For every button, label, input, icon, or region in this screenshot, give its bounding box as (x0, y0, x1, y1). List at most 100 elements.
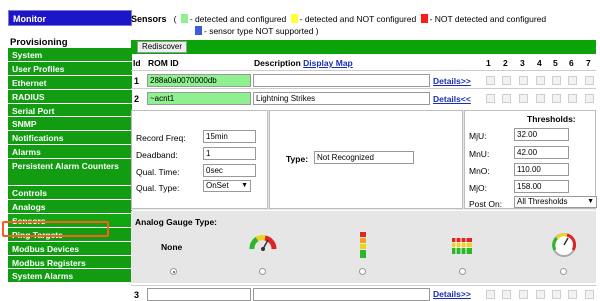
qual-time-input[interactable]: 0sec (203, 164, 256, 177)
sidebar-item-ethernet[interactable]: Ethernet (8, 75, 132, 90)
sidebar-item-ping-targets[interactable]: Ping Targets (8, 227, 132, 242)
row-1-details-link[interactable]: Details>> (433, 76, 471, 86)
row-1-id: 1 (134, 76, 140, 86)
row-1-point-6-checkbox[interactable] (568, 76, 577, 85)
row-1-point-1-checkbox[interactable] (486, 76, 495, 85)
col-header-point-7: 7 (586, 58, 591, 68)
row-2-point-3-checkbox[interactable] (519, 94, 528, 103)
row-2-point-1-checkbox[interactable] (486, 94, 495, 103)
thresholds-label: Thresholds: (527, 114, 576, 124)
col-header-point-5: 5 (553, 58, 558, 68)
row-2-rom-id: ~acnt1 (147, 92, 251, 105)
row-divider (131, 70, 596, 71)
row-2-description-input[interactable]: Lightning Strikes (253, 92, 430, 105)
post-on-select[interactable]: All Thresholds ▼ (514, 196, 597, 208)
qual-type-value: OnSet (206, 181, 229, 190)
gauge-round-dial-radio[interactable] (560, 268, 567, 275)
gauge-none-label: None (161, 242, 183, 252)
toolbar-bar (131, 40, 596, 54)
row-1-point-2-checkbox[interactable] (502, 76, 511, 85)
sidebar-section-provisioning: Provisioning (10, 37, 68, 48)
row-1-point-3-checkbox[interactable] (519, 76, 528, 85)
legend-red-swatch (420, 14, 428, 23)
qual-type-select[interactable]: OnSet ▼ (203, 180, 251, 192)
sidebar-monitor-link[interactable]: Monitor (8, 10, 132, 26)
mno-label: MnO: (469, 166, 490, 176)
row-3-point-7-checkbox[interactable] (585, 290, 594, 299)
qual-time-label: Qual. Time: (136, 167, 180, 177)
rediscover-button[interactable]: Rediscover (137, 41, 188, 53)
sidebar-item-snmp[interactable]: SNMP (8, 117, 132, 132)
post-on-label: Post On: (469, 199, 503, 209)
sidebar-item-serial-port[interactable]: Serial Port (8, 103, 132, 118)
dial-gauge-icon (249, 235, 277, 251)
gauge-none-radio[interactable] (170, 268, 177, 275)
legend-yellow-swatch (290, 14, 298, 23)
record-freq-input[interactable]: 15min (203, 130, 256, 143)
detail-right-box (464, 110, 596, 209)
mjo-input[interactable]: 158.00 (514, 180, 569, 193)
col-header-point-1: 1 (486, 58, 491, 68)
sidebar-item-system-alarms[interactable]: System Alarms (8, 269, 132, 284)
mnu-label: MnU: (469, 149, 490, 159)
sidebar-item-modbus-registers[interactable]: Modbus Registers (8, 255, 132, 270)
mju-input[interactable]: 32.00 (514, 128, 569, 141)
mju-label: MjU: (469, 131, 487, 141)
legend-green-swatch (180, 14, 188, 23)
row-3-point-5-checkbox[interactable] (552, 290, 561, 299)
sidebar-item-alarms[interactable]: Alarms (8, 145, 132, 160)
sidebar-item-system[interactable]: System (8, 48, 132, 62)
row-2-point-6-checkbox[interactable] (568, 94, 577, 103)
row-3-rom-id (147, 288, 251, 301)
row-1-point-5-checkbox[interactable] (552, 76, 561, 85)
sidebar-item-analogs[interactable]: Analogs (8, 200, 132, 214)
gauge-dial-radio[interactable] (259, 268, 266, 275)
chevron-down-icon: ▼ (587, 198, 594, 205)
legend-blue-text: - sensor type NOT supported ) (204, 26, 319, 36)
row-2-point-5-checkbox[interactable] (552, 94, 561, 103)
row-3-point-4-checkbox[interactable] (536, 290, 545, 299)
col-header-point-4: 4 (537, 58, 542, 68)
sidebar-item-modbus-devices[interactable]: Modbus Devices (8, 241, 132, 256)
col-header-point-3: 3 (520, 58, 525, 68)
legend-green-text: - detected and configured (189, 14, 287, 24)
post-on-value: All Thresholds (517, 197, 568, 206)
gauge-multi-bar-radio[interactable] (459, 268, 466, 275)
multi-bar-gauge-icon (452, 238, 472, 254)
row-2-id: 2 (134, 94, 140, 104)
mno-input[interactable]: 110.00 (514, 163, 569, 176)
row-3-point-2-checkbox[interactable] (502, 290, 511, 299)
row-1-description-input[interactable] (253, 74, 430, 87)
sidebar-item-user-profiles[interactable]: User Profiles (8, 61, 132, 76)
row-2-point-7-checkbox[interactable] (585, 94, 594, 103)
col-header-rom-id: ROM ID (148, 58, 179, 68)
sidebar-item-persistent-alarm-counters[interactable]: Persistent Alarm Counters (8, 159, 132, 187)
sidebar-nav: System User Profiles Ethernet RADIUS Ser… (8, 48, 132, 284)
row-1-point-7-checkbox[interactable] (585, 76, 594, 85)
row-3-description-input[interactable] (253, 288, 430, 301)
gauge-type-label: Analog Gauge Type: (135, 217, 218, 227)
sensors-header: Sensors ( - detected and configured - de… (131, 13, 596, 37)
row-3-point-3-checkbox[interactable] (519, 290, 528, 299)
deadband-input[interactable]: 1 (203, 147, 256, 160)
sidebar-item-controls[interactable]: Controls (8, 186, 132, 201)
sidebar: Monitor Provisioning System User Profile… (0, 0, 132, 301)
legend-blue-swatch (195, 26, 202, 35)
display-map-link[interactable]: Display Map (303, 58, 353, 68)
sidebar-item-radius[interactable]: RADIUS (8, 89, 132, 104)
sidebar-item-sensors[interactable]: Sensors (8, 213, 132, 228)
row-2-point-4-checkbox[interactable] (536, 94, 545, 103)
legend-red-text: - NOT detected and configured (429, 14, 547, 24)
col-header-point-2: 2 (503, 58, 508, 68)
chevron-down-icon: ▼ (241, 182, 248, 189)
row-3-point-1-checkbox[interactable] (486, 290, 495, 299)
sidebar-item-notifications[interactable]: Notifications (8, 131, 132, 146)
mnu-input[interactable]: 42.00 (514, 146, 569, 159)
row-2-details-link[interactable]: Details<< (433, 94, 471, 104)
row-3-point-6-checkbox[interactable] (568, 290, 577, 299)
col-header-description: Description Display Map (254, 58, 353, 68)
row-1-point-4-checkbox[interactable] (536, 76, 545, 85)
row-3-details-link[interactable]: Details>> (433, 289, 471, 299)
gauge-vertical-bar-radio[interactable] (359, 268, 366, 275)
row-2-point-2-checkbox[interactable] (502, 94, 511, 103)
